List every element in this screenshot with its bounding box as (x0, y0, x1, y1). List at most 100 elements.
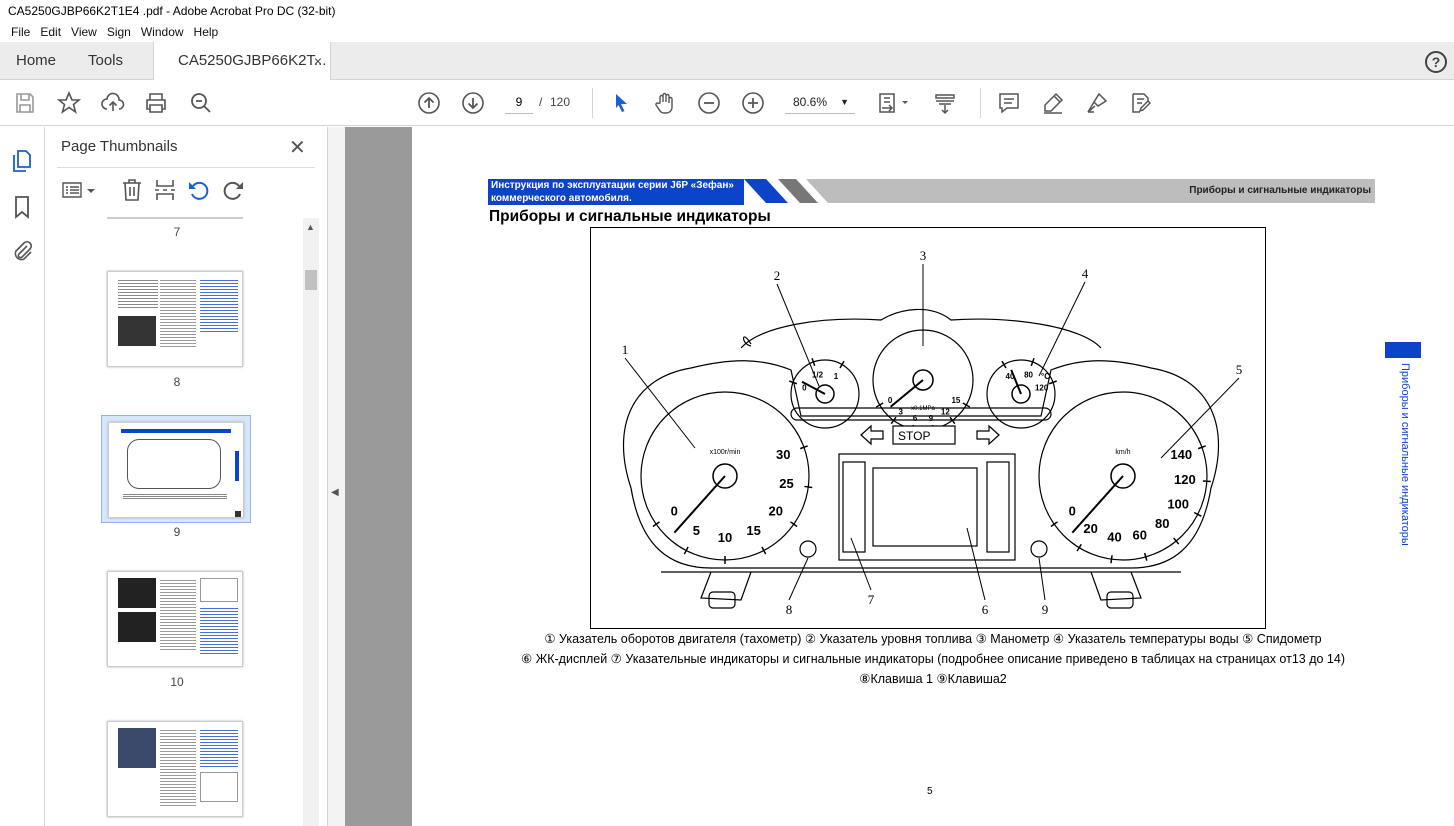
delete-icon[interactable] (121, 178, 143, 205)
right-turn-arrow-icon (976, 424, 1000, 446)
dashboard-image (127, 439, 221, 489)
image-block (200, 578, 238, 602)
rotate-left-icon[interactable] (187, 178, 211, 205)
tachometer-tick-label: 25 (779, 476, 793, 491)
menu-sign[interactable]: Sign (102, 22, 136, 42)
thumbnail-page-8[interactable] (107, 271, 243, 367)
zoom-search-icon[interactable] (188, 90, 214, 116)
zoom-in-icon[interactable] (740, 90, 766, 116)
scroll-mode-icon[interactable] (932, 90, 958, 116)
dashboard-figure: 0 5 10 15 20 25 30 x100r/min 0 20 40 60 80 100 120 140 k… (590, 227, 1266, 629)
speedometer-tick-label: 120 (1174, 472, 1196, 487)
options-menu-icon[interactable] (61, 179, 97, 204)
pressure-gauge-tick-label: 12 (941, 408, 950, 417)
thumbnail-page-11[interactable] (107, 721, 243, 817)
header-right: Приборы и сигнальные индикаторы (1189, 185, 1371, 196)
menu-help[interactable]: Help (189, 22, 224, 42)
left-turn-arrow-icon (860, 424, 884, 446)
scrollbar-thumb[interactable] (305, 270, 317, 290)
thumbnail-page-7-edge[interactable] (107, 217, 243, 219)
panel-title: Page Thumbnails (61, 138, 178, 155)
previous-page-icon[interactable] (416, 90, 442, 116)
edit-pdf-icon[interactable] (1128, 90, 1154, 116)
tachometer-tick-label: 30 (776, 447, 790, 462)
marker (235, 511, 241, 517)
fuel-gauge-tick (839, 360, 845, 369)
tachometer-tick (804, 485, 813, 489)
speedometer-tick (1143, 552, 1148, 561)
bookmark-icon[interactable] (10, 195, 34, 219)
window-title: CA5250GJBP66K2T1E4 .pdf - Adobe Acrobat … (0, 0, 1454, 22)
tachometer-unit: x100r/min (710, 449, 741, 456)
highlight-pen-icon[interactable] (1040, 90, 1066, 116)
tachometer-tick-label: 10 (718, 530, 732, 545)
thumbnail-selected[interactable] (101, 415, 251, 523)
next-page-icon[interactable] (460, 90, 486, 116)
tab-document-label: CA5250GJBP66K2T... (178, 52, 327, 69)
text-block (123, 493, 227, 499)
close-icon[interactable]: ✕ (289, 135, 306, 160)
upload-icon[interactable] (100, 90, 126, 116)
callout-leader-line (1160, 377, 1240, 459)
stop-indicator-label: STOP (898, 429, 930, 443)
page-number: 5 (927, 786, 933, 797)
temp-gauge-tick-label: 80 (1024, 370, 1033, 379)
thumbnail-page-10[interactable] (107, 571, 243, 667)
pressure-gauge-tick-label: 15 (951, 396, 960, 405)
page-total: 120 (550, 95, 571, 109)
select-cursor-icon[interactable] (608, 90, 634, 116)
tachometer-tick-label: 5 (693, 523, 700, 538)
dashboard-drawing: 05 10 15202530x100r/min02040 6080100120140k… (622, 248, 1243, 617)
menu-window[interactable]: Window (136, 22, 189, 42)
hand-tool-icon[interactable] (652, 90, 678, 116)
menu-bar: File Edit View Sign Window Help (0, 22, 1454, 42)
rotate-right-icon[interactable] (221, 178, 245, 205)
comment-icon[interactable] (996, 90, 1022, 116)
separator (592, 88, 593, 118)
tab-close-icon[interactable]: × (314, 42, 322, 80)
speedometer-unit: km/h (1115, 449, 1130, 456)
thumbnail-page-9[interactable] (108, 422, 244, 518)
tab-home[interactable]: Home (16, 42, 56, 80)
callout-number: 3 (920, 248, 927, 263)
save-icon[interactable] (12, 90, 38, 116)
print-icon[interactable] (143, 90, 169, 116)
thumbnail-scrollbar[interactable] (303, 218, 319, 826)
image-block (200, 772, 238, 802)
callout-leader-line (966, 527, 986, 601)
pressure-gauge-tick-label: 9 (929, 414, 934, 423)
pdf-page: Инструкция по эксплуатации серии J6P «Зе… (412, 127, 1454, 826)
tachometer-tick-label: 0 (671, 504, 678, 519)
toolbar (0, 80, 1454, 126)
scroll-up-icon[interactable]: ▲ (306, 222, 315, 232)
text-block (160, 578, 196, 652)
speedometer-tick-label: 80 (1155, 516, 1169, 531)
callout-number: 7 (868, 592, 875, 607)
sign-pen-icon[interactable] (1084, 90, 1110, 116)
image-block (118, 612, 156, 642)
page-thumbnails-icon[interactable] (10, 149, 34, 173)
tab-document[interactable]: CA5250GJBP66K2T... × (153, 42, 331, 81)
page-number-input[interactable] (505, 90, 533, 114)
star-icon[interactable] (56, 90, 82, 116)
pressure-gauge-tick (875, 402, 884, 408)
menu-view[interactable]: View (66, 22, 102, 42)
text-block (200, 606, 238, 656)
extract-pages-icon[interactable] (153, 178, 177, 205)
menu-edit[interactable]: Edit (35, 22, 66, 42)
tachometer-tick (790, 521, 798, 528)
callout-number: 2 (774, 268, 781, 283)
pressure-gauge-tick-label: 0 (888, 396, 893, 405)
tab-bar: Home Tools CA5250GJBP66K2T... × ? (0, 42, 1454, 81)
tab-tools[interactable]: Tools (88, 42, 123, 80)
callout-number: 6 (982, 602, 989, 617)
collapse-panel-icon[interactable]: ◀ (331, 487, 339, 498)
help-icon[interactable]: ? (1425, 51, 1447, 73)
thumbnails-panel: Page Thumbnails ✕ 7 8 9 10 (45, 127, 327, 826)
panel-splitter[interactable] (327, 127, 345, 826)
attachment-icon[interactable] (10, 239, 34, 263)
zoom-dropdown[interactable]: 80.6% ▼ (785, 90, 855, 114)
fit-page-icon[interactable] (876, 90, 912, 116)
zoom-out-icon[interactable] (696, 90, 722, 116)
menu-file[interactable]: File (6, 22, 35, 42)
